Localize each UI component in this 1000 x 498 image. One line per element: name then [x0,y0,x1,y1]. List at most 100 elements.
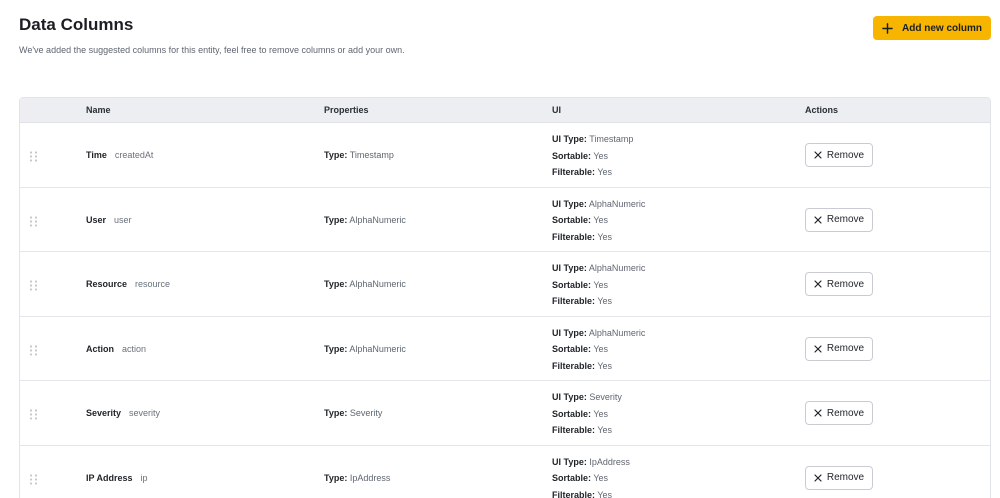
name-cell: IP Address ip [86,473,148,483]
type-label: Type: [324,408,348,418]
sortable-line: Sortable: Yes [552,341,645,358]
remove-button[interactable]: Remove [805,207,873,232]
filterable-value: Yes [597,231,613,242]
sortable-value: Yes [593,473,609,483]
drag-handle-icon[interactable] [29,215,38,227]
remove-label: Remove [826,214,865,225]
close-icon [814,344,822,353]
filterable-line: Filterable: Yes [552,229,645,246]
remove-label: Remove [826,472,865,483]
ui-type-line: UI Type: Severity [552,389,622,406]
plus-icon [882,22,893,34]
column-name: User [86,214,107,225]
ui-type-line: UI Type: AlphaNumeric [552,196,645,213]
column-name: Action [86,343,114,354]
ui-type-label: UI Type: [552,327,587,338]
ui-cell: UI Type: AlphaNumeric Sortable: Yes Filter… [552,325,645,375]
filterable-value: Yes [597,296,613,306]
drag-handle-icon[interactable] [29,151,38,162]
table-row: IP Address ip Type: IpAddress UI Type: IpAd… [20,446,990,498]
type-label: Type: [324,150,348,160]
sortable-value: Yes [593,344,609,354]
properties-cell: Type: AlphaNumeric [324,344,406,354]
column-header-ui: UI [552,105,561,115]
table-row: Resource resource Type: AlphaNumeric UI Typ… [20,252,990,317]
name-cell: Time createdAt [86,150,153,160]
sortable-value: Yes [593,150,609,161]
remove-label: Remove [826,407,865,419]
add-new-column-label: Add new column [902,22,982,34]
properties-cell: Type: Severity [324,408,382,418]
page-title: Data Columns [19,15,134,34]
columns-table: Name Properties UI Actions Time createdAt… [19,97,991,498]
column-key: severity [129,408,161,418]
type-value: Severity [349,408,383,418]
drag-handle-icon[interactable] [29,409,38,420]
drag-handle-icon[interactable] [29,344,38,356]
column-header-properties: Properties [324,105,369,115]
close-icon [814,409,822,417]
drag-handle-icon[interactable] [29,473,38,485]
sortable-line: Sortable: Yes [552,148,633,165]
sortable-line: Sortable: Yes [552,406,622,423]
table-body: Time createdAt Type: Timestamp UI Type: Tim… [20,123,990,498]
close-icon [814,215,822,224]
filterable-value: Yes [597,360,613,371]
table-row: Severity severity Type: Severity UI Type: S… [20,381,990,446]
column-name: Resource [86,279,128,289]
ui-type-line: UI Type: Timestamp [552,131,633,148]
sortable-line: Sortable: Yes [552,277,645,294]
add-new-column-button[interactable]: Add new column [873,16,991,40]
column-key: ip [140,472,148,483]
ui-type-value: Severity [589,392,622,402]
filterable-label: Filterable: [552,360,596,371]
properties-cell: Type: Timestamp [324,150,394,160]
column-key: user [114,214,132,225]
remove-button[interactable]: Remove [805,143,873,167]
ui-type-label: UI Type: [552,456,587,467]
ui-type-value: Timestamp [589,134,634,144]
type-value: AlphaNumeric [349,279,406,289]
name-cell: Severity severity [86,408,160,418]
type-value: AlphaNumeric [349,214,406,225]
column-name: Time [86,150,107,160]
remove-button[interactable]: Remove [805,401,873,425]
type-value: AlphaNumeric [349,343,406,354]
filterable-label: Filterable: [552,425,596,435]
filterable-line: Filterable: Yes [552,358,645,375]
ui-type-value: AlphaNumeric [588,263,646,273]
table-header: Name Properties UI Actions [20,98,990,123]
type-label: Type: [324,214,348,225]
table-row: Time createdAt Type: Timestamp UI Type: Tim… [20,123,990,188]
name-cell: User user [86,215,132,225]
filterable-value: Yes [597,167,613,177]
ui-type-label: UI Type: [552,392,587,402]
name-cell: Action action [86,344,146,354]
remove-button[interactable]: Remove [805,336,873,361]
close-icon [814,473,822,482]
type-value: Timestamp [349,150,394,160]
properties-cell: Type: AlphaNumeric [324,215,406,225]
drag-handle-icon[interactable] [29,280,38,291]
filterable-line: Filterable: Yes [552,487,630,498]
filterable-line: Filterable: Yes [552,422,622,439]
sortable-value: Yes [593,279,609,290]
ui-type-label: UI Type: [552,198,587,209]
remove-button[interactable]: Remove [805,272,873,296]
ui-cell: UI Type: Timestamp Sortable: Yes Filterabl… [552,131,633,181]
ui-cell: UI Type: AlphaNumeric Sortable: Yes Filter… [552,196,645,246]
type-value: IpAddress [349,472,391,483]
close-icon [814,280,822,288]
filterable-value: Yes [597,425,613,435]
ui-cell: UI Type: Severity Sortable: Yes Filterable… [552,389,622,439]
ui-cell: UI Type: IpAddress Sortable: Yes Filterabl… [552,454,630,498]
sortable-line: Sortable: Yes [552,212,645,229]
remove-button[interactable]: Remove [805,465,873,490]
ui-type-line: UI Type: AlphaNumeric [552,260,645,277]
sortable-label: Sortable: [552,150,592,161]
ui-type-label: UI Type: [552,134,587,144]
sortable-value: Yes [593,215,609,225]
filterable-label: Filterable: [552,167,596,177]
column-header-actions: Actions [805,105,839,115]
ui-type-value: AlphaNumeric [588,327,646,338]
